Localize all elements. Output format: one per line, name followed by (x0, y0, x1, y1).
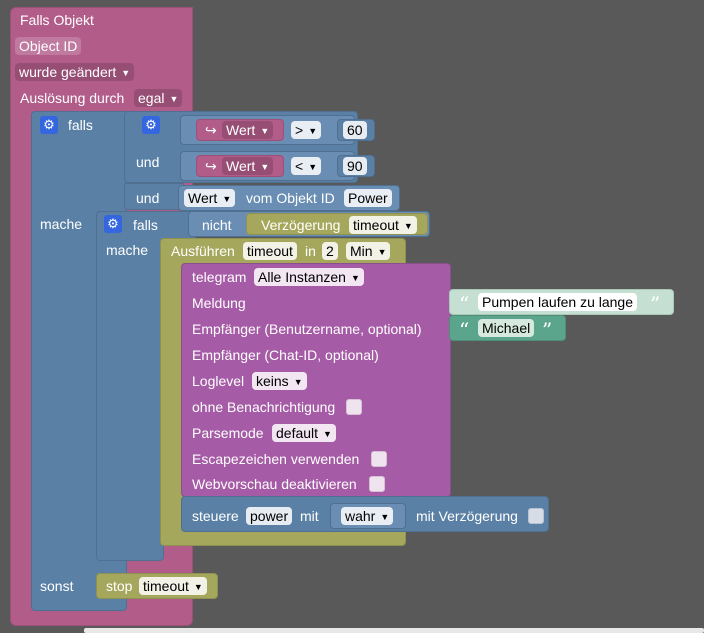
chevron-down-icon: ▼ (350, 273, 360, 283)
parsemode-label: Parsemode (192, 425, 264, 441)
do-label: mache (40, 216, 83, 232)
no-notification-checkbox[interactable] (346, 399, 362, 415)
horizontal-scrollbar[interactable] (84, 628, 704, 633)
bool-dropdown[interactable]: wahr ▼ (341, 507, 394, 525)
variable-dropdown-label: Wert (226, 122, 256, 138)
chevron-down-icon: ▼ (308, 162, 318, 172)
number-field-2[interactable]: 90 (343, 157, 367, 175)
chevron-down-icon: ▼ (260, 162, 270, 172)
close-quote-icon: ” (650, 292, 661, 316)
object-id-field[interactable]: Object ID (15, 37, 82, 55)
with-delay-checkbox[interactable] (528, 508, 544, 524)
webpreview-checkbox[interactable] (369, 476, 385, 492)
message-text-field[interactable]: Pumpen laufen zu lange (478, 293, 637, 311)
with-delay-label: mit Verzögerung (416, 508, 518, 524)
recipient-chat-label: Empfänger (Chat-ID, optional) (192, 347, 379, 363)
variable-arrow-icon: ↪ (205, 122, 217, 138)
parsemode-dropdown[interactable]: default ▼ (272, 424, 336, 442)
trigger-dropdown[interactable]: egal ▼ (134, 89, 183, 107)
chevron-down-icon: ▼ (380, 512, 390, 522)
variable-dropdown-2[interactable]: Wert ▼ (222, 157, 274, 175)
chevron-down-icon: ▼ (293, 377, 303, 387)
property-label: Wert (188, 190, 218, 206)
if-label: falls (68, 117, 93, 133)
trigger-dropdown-label: egal (138, 90, 165, 106)
gear-icon[interactable]: ⚙ (40, 116, 58, 134)
chevron-down-icon: ▼ (193, 582, 203, 592)
variable-dropdown-1[interactable]: Wert ▼ (222, 121, 274, 139)
with-label: mit (300, 508, 319, 524)
operator-label: > (295, 122, 304, 138)
chevron-down-icon: ▼ (323, 429, 332, 439)
inner-if-label: falls (133, 217, 158, 233)
operator-dropdown-2[interactable]: < ▼ (291, 157, 322, 175)
trigger-title: Falls Objekt (20, 12, 94, 28)
not-label: nicht (202, 217, 232, 233)
chevron-down-icon: ▼ (377, 247, 387, 257)
stop-dropdown[interactable]: timeout ▼ (139, 577, 207, 595)
object-field[interactable]: Power (344, 189, 392, 207)
telegram-label: telegram (192, 269, 247, 285)
chevron-down-icon: ▼ (308, 126, 318, 136)
property-dropdown[interactable]: Wert ▼ (184, 189, 236, 207)
chevron-down-icon: ▼ (222, 194, 232, 204)
trigger-label: Auslösung durch (20, 90, 125, 106)
chevron-down-icon: ▼ (260, 126, 270, 136)
parsemode-value: default (276, 425, 319, 441)
number-field-1[interactable]: 60 (343, 121, 367, 139)
amount-field[interactable]: 2 (322, 242, 338, 260)
delay-label: Verzögerung (261, 217, 341, 233)
unit-dropdown[interactable]: Min ▼ (346, 242, 391, 260)
operator-dropdown-1[interactable]: > ▼ (291, 121, 322, 139)
delay-dropdown[interactable]: timeout ▼ (349, 216, 417, 234)
no-notification-label: ohne Benachrichtigung (192, 399, 336, 415)
stop-label: stop (106, 578, 133, 594)
in-label: in (305, 243, 316, 259)
control-label: steuere (192, 508, 239, 524)
changed-dropdown[interactable]: wurde geändert ▼ (15, 63, 135, 81)
instance-label: Alle Instanzen (258, 269, 346, 285)
gear-icon[interactable]: ⚙ (142, 116, 160, 134)
blockly-workspace[interactable]: { "trigger": { "title": "Falls Objekt", … (0, 0, 704, 633)
recipient-user-label: Empfänger (Benutzername, optional) (192, 321, 422, 337)
open-quote-icon: “ (459, 292, 470, 316)
from-object-label: vom Objekt ID (246, 190, 335, 206)
inner-if-block[interactable] (96, 211, 164, 561)
chevron-down-icon: ▼ (169, 94, 179, 104)
loglevel-dropdown[interactable]: keins ▼ (252, 372, 307, 390)
chevron-down-icon: ▼ (403, 221, 413, 231)
webpreview-label: Webvorschau deaktivieren (192, 476, 357, 492)
instance-dropdown[interactable]: Alle Instanzen ▼ (254, 268, 364, 286)
operator-label: < (295, 158, 304, 174)
stop-dropdown-label: timeout (143, 578, 189, 594)
open-quote-icon: “ (459, 318, 470, 342)
recipient-text-field[interactable]: Michael (478, 319, 535, 337)
and-label-1: und (136, 154, 160, 170)
inner-do-label: mache (106, 242, 149, 258)
changed-dropdown-label: wurde geändert (19, 64, 117, 80)
gear-icon[interactable]: ⚙ (104, 215, 122, 233)
and-label-2: und (136, 190, 160, 206)
loglevel-value: keins (256, 373, 289, 389)
close-quote-icon: ” (542, 318, 553, 342)
else-label: sonst (40, 578, 74, 594)
chevron-down-icon: ▼ (121, 68, 131, 78)
bool-value: wahr (345, 508, 376, 524)
escape-checkbox[interactable] (371, 451, 387, 467)
unit-label: Min (350, 243, 373, 259)
execute-label: Ausführen (171, 243, 235, 259)
variable-dropdown-label: Wert (226, 158, 256, 174)
escape-label: Escapezeichen verwenden (192, 451, 360, 467)
timer-name-field[interactable]: timeout (243, 242, 297, 260)
message-label: Meldung (192, 295, 246, 311)
loglevel-label: Loglevel (192, 373, 245, 389)
delay-dropdown-label: timeout (353, 217, 399, 233)
variable-arrow-icon: ↪ (205, 158, 217, 174)
control-target-field[interactable]: power (246, 507, 293, 525)
